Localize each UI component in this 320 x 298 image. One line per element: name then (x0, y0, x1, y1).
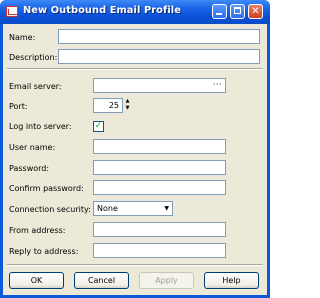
maximize-button[interactable] (230, 4, 245, 19)
reply-to-input[interactable] (93, 243, 226, 258)
chevron-down-icon[interactable]: ▼ (164, 202, 169, 215)
email-profile-icon (6, 6, 18, 17)
dialog-body: Name: Description: Email server: ··· Por… (3, 24, 267, 295)
section-divider (7, 68, 263, 70)
port-label: Port: (9, 102, 28, 111)
cancel-button[interactable]: Cancel (74, 272, 129, 289)
minimize-button[interactable] (212, 4, 227, 19)
port-stepper[interactable]: 25 ▲ ▼ (93, 98, 133, 113)
confirm-password-label: Confirm password: (9, 184, 84, 193)
user-name-label: User name: (9, 143, 56, 152)
window-title: New Outbound Email Profile (23, 5, 182, 16)
connection-security-value: None (97, 204, 118, 213)
name-input[interactable] (58, 29, 260, 44)
button-divider (7, 264, 263, 266)
email-server-label: Email server: (9, 82, 62, 91)
close-icon: ✕ (251, 6, 260, 17)
confirm-password-input[interactable] (93, 180, 226, 195)
description-input[interactable] (58, 49, 260, 64)
connection-security-label: Connection security: (9, 205, 91, 214)
from-address-input[interactable] (93, 222, 226, 237)
password-input[interactable] (93, 160, 226, 175)
minimize-icon (216, 13, 222, 15)
browse-server-button[interactable]: ··· (213, 79, 222, 90)
dialog-window: New Outbound Email Profile ✕ Name: Descr… (0, 0, 270, 298)
ok-button[interactable]: OK (9, 272, 64, 289)
user-name-input[interactable] (93, 139, 226, 154)
name-label: Name: (9, 33, 36, 42)
log-into-server-checkbox[interactable]: ✓ (93, 121, 104, 132)
reply-to-label: Reply to address: (9, 247, 79, 256)
connection-security-select[interactable]: None ▼ (93, 201, 173, 216)
port-increment-icon[interactable]: ▲ (123, 98, 132, 105)
apply-button[interactable]: Apply (139, 272, 194, 289)
port-decrement-icon[interactable]: ▼ (123, 105, 132, 112)
description-label: Description: (9, 53, 58, 62)
help-button[interactable]: Help (204, 272, 259, 289)
port-input[interactable]: 25 (93, 98, 123, 113)
close-button[interactable]: ✕ (248, 4, 263, 19)
from-address-label: From address: (9, 226, 66, 235)
title-bar[interactable]: New Outbound Email Profile ✕ (0, 0, 270, 24)
maximize-icon (234, 7, 241, 14)
log-into-server-label: Log into server: (9, 122, 72, 131)
password-label: Password: (9, 164, 50, 173)
email-server-input[interactable]: ··· (93, 78, 226, 93)
